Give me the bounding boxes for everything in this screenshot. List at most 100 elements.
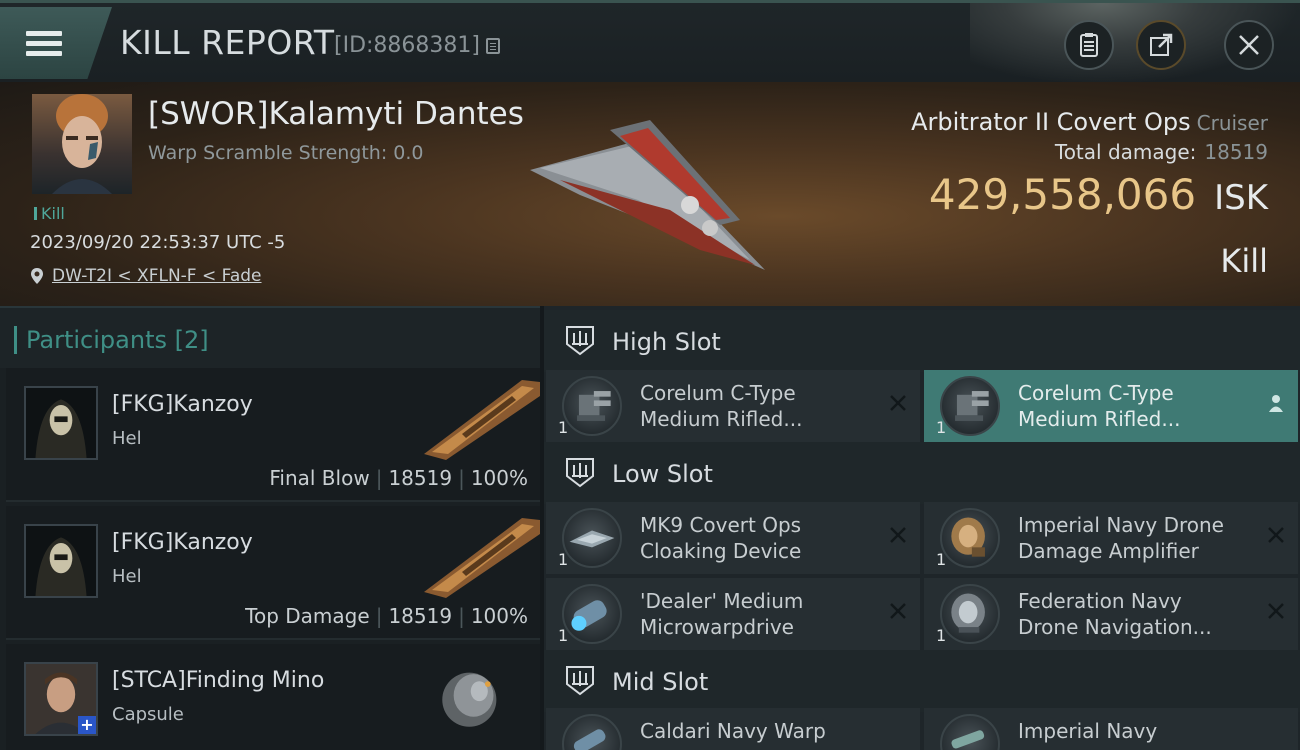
participant-avatar[interactable] xyxy=(24,524,98,598)
participants-panel: Participants [2] [FKG]Kanzoy Hel Final B… xyxy=(0,306,540,750)
participants-label: Participants [2] xyxy=(14,326,209,354)
victim-ship-name[interactable]: Arbitrator II Covert Ops Cruiser xyxy=(911,108,1268,136)
drone-amplifier-icon xyxy=(940,508,1000,568)
module-name: Corelum C-Type Medium Rifled... xyxy=(1018,381,1181,431)
module-item-selected[interactable]: 1 Corelum C-Type Medium Rifled... xyxy=(924,370,1298,442)
participant-avatar[interactable] xyxy=(24,386,98,460)
high-slot-header: High Slot xyxy=(544,310,1300,372)
capsule-image xyxy=(442,672,497,727)
module-qty: 1 xyxy=(936,418,947,437)
module-item[interactable]: 1 MK9 Covert Ops Cloaking Device xyxy=(546,502,920,574)
destroyed-x-icon xyxy=(890,527,906,543)
high-slot-label: High Slot xyxy=(612,328,721,356)
menu-button[interactable] xyxy=(0,7,112,79)
participant-stats: Top Damage | 18519 | 100% xyxy=(245,604,528,628)
ship-class-text: Cruiser xyxy=(1196,111,1268,135)
close-button[interactable] xyxy=(1224,20,1274,70)
page-title: KILL REPORT xyxy=(120,23,335,62)
participant-role: Top Damage xyxy=(245,604,370,628)
microwarpdrive-icon xyxy=(562,584,622,644)
module-name: MK9 Covert Ops Cloaking Device xyxy=(640,513,802,563)
participant-ship: Hel xyxy=(112,428,142,449)
participants-header[interactable]: Participants [2] xyxy=(0,306,540,368)
participant-name: [FKG]Kanzoy xyxy=(112,530,253,555)
module-qty: 1 xyxy=(936,550,947,569)
isk-unit: ISK xyxy=(1214,178,1268,218)
location-link[interactable]: DW-T2I < XFLN-F < Fade xyxy=(52,266,262,286)
module-item[interactable]: 1 Imperial Navy Drone Damage Amplifier xyxy=(924,502,1298,574)
victim-name[interactable]: [SWOR]Kalamyti Dantes xyxy=(148,96,524,132)
kill-id-label: [ID:8868381] xyxy=(334,33,480,58)
module-item[interactable]: 1 Federation Navy Drone Navigation... xyxy=(924,578,1298,650)
participant-damage: 18519 xyxy=(388,604,453,628)
dropped-person-icon xyxy=(1269,395,1283,412)
module-item[interactable]: Caldari Navy Warp xyxy=(546,708,920,750)
kill-location[interactable]: DW-T2I < XFLN-F < Fade xyxy=(30,266,262,286)
module-item[interactable]: 1 'Dealer' Medium Microwarpdrive xyxy=(546,578,920,650)
close-icon xyxy=(1239,35,1259,55)
victim-ship-image[interactable] xyxy=(520,100,780,280)
participant-row[interactable]: + [STCA]Finding Mino Capsule xyxy=(6,644,540,750)
module-qty: 1 xyxy=(558,550,569,569)
module-name: Federation Navy Drone Navigation... xyxy=(1018,589,1212,639)
header-bar: KILL REPORT [ID:8868381] xyxy=(0,0,1300,85)
module-item[interactable]: 1 Corelum C-Type Medium Rifled... xyxy=(546,370,920,442)
module-qty: 1 xyxy=(558,626,569,645)
participant-percent: 100% xyxy=(470,466,528,490)
isk-value: 429,558,066 ISK xyxy=(929,170,1268,219)
add-contact-icon[interactable]: + xyxy=(78,716,96,734)
module-qty: 1 xyxy=(936,626,947,645)
kill-result: Kill xyxy=(1220,242,1268,280)
warp-disruptor-icon xyxy=(562,714,622,750)
total-damage: Total damage: 18519 xyxy=(1055,140,1268,164)
victim-portrait[interactable] xyxy=(32,94,132,194)
clipboard-icon xyxy=(1080,33,1098,57)
share-icon xyxy=(1150,33,1173,56)
destroyed-x-icon xyxy=(890,395,906,411)
participant-percent: 100% xyxy=(470,604,528,628)
turret-icon xyxy=(562,376,622,436)
clipboard-button[interactable] xyxy=(1064,20,1114,70)
fitting-panel: High Slot 1 Corelum C-Type Medium Rifled.… xyxy=(544,306,1300,750)
participant-ship: Capsule xyxy=(112,704,184,725)
module-name: Corelum C-Type Medium Rifled... xyxy=(640,381,803,431)
drone-navigation-icon xyxy=(940,584,1000,644)
total-damage-label: Total damage: xyxy=(1054,140,1197,164)
participant-row[interactable]: [FKG]Kanzoy Hel Final Blow | 18519 | 100% xyxy=(6,368,540,502)
cloaking-device-icon xyxy=(562,508,622,568)
participant-avatar[interactable]: + xyxy=(24,662,98,736)
participant-row[interactable]: [FKG]Kanzoy Hel Top Damage | 18519 | 100% xyxy=(6,506,540,640)
kill-type-tag: Kill xyxy=(34,204,65,223)
warp-scramble-strength: Warp Scramble Strength: 0.0 xyxy=(148,142,424,164)
capacitor-module-icon xyxy=(940,714,1000,750)
participant-stats: Final Blow | 18519 | 100% xyxy=(269,466,528,490)
participant-ship-image xyxy=(424,380,540,460)
mid-slot-label: Mid Slot xyxy=(612,668,709,696)
module-name: Caldari Navy Warp xyxy=(640,719,826,743)
module-name: Imperial Navy Drone Damage Amplifier xyxy=(1018,513,1224,563)
participant-name: [STCA]Finding Mino xyxy=(112,668,325,693)
kill-datetime: 2023/09/20 22:53:37 UTC -5 xyxy=(30,232,286,253)
participant-ship: Hel xyxy=(112,566,142,587)
copy-icon[interactable] xyxy=(486,37,500,54)
module-item[interactable]: Imperial Navy xyxy=(924,708,1298,750)
destroyed-x-icon xyxy=(890,603,906,619)
module-name: Imperial Navy xyxy=(1018,719,1158,743)
victim-banner: [SWOR]Kalamyti Dantes Warp Scramble Stre… xyxy=(0,82,1300,306)
mid-slot-header: Mid Slot xyxy=(544,650,1300,712)
total-damage-value: 18519 xyxy=(1204,140,1268,164)
module-name: 'Dealer' Medium Microwarpdrive xyxy=(640,589,804,639)
isk-amount: 429,558,066 xyxy=(928,170,1197,219)
participant-role: Final Blow xyxy=(269,466,370,490)
low-slot-header: Low Slot xyxy=(544,442,1300,504)
destroyed-x-icon xyxy=(1268,527,1284,543)
share-button[interactable] xyxy=(1136,20,1186,70)
low-slot-icon xyxy=(566,458,594,488)
turret-icon xyxy=(940,376,1000,436)
participant-ship-image xyxy=(424,518,540,598)
kill-id: [ID:8868381] xyxy=(334,33,500,58)
destroyed-x-icon xyxy=(1268,603,1284,619)
high-slot-icon xyxy=(566,326,594,356)
ship-name-text: Arbitrator II Covert Ops xyxy=(911,108,1191,136)
hamburger-icon xyxy=(26,26,62,61)
